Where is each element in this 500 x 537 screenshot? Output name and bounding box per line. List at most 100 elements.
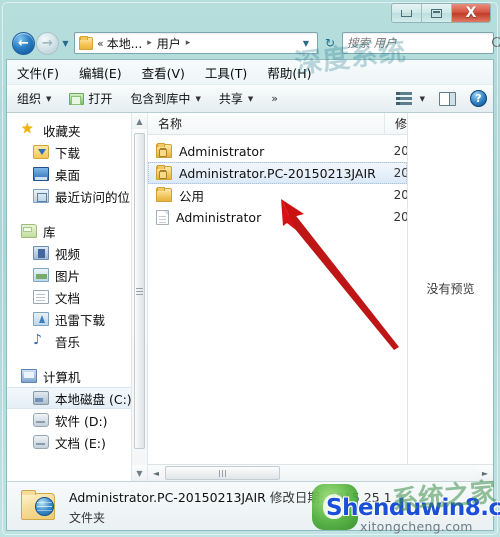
library-icon bbox=[21, 224, 37, 238]
address-bar[interactable]: « 本地... ▸ 用户 ▸ ▼ bbox=[74, 32, 318, 54]
forward-arrow-icon: → bbox=[42, 35, 53, 51]
file-name: Administrator bbox=[176, 209, 262, 225]
harddisk-icon bbox=[33, 391, 49, 405]
back-button[interactable]: ← bbox=[12, 31, 35, 55]
chevron-down-icon: ▼ bbox=[195, 94, 201, 103]
sidebar-item-desktop[interactable]: 桌面 bbox=[7, 163, 147, 185]
forward-button[interactable]: → bbox=[36, 31, 59, 55]
table-row[interactable]: 公用 20 bbox=[148, 184, 407, 206]
minimize-button[interactable] bbox=[392, 4, 422, 22]
open-button[interactable]: 打开 bbox=[69, 90, 112, 107]
tool-bar: 组织 ▼ 打开 包含到库中 ▼ 共享 ▼ » ▼ ? bbox=[7, 85, 493, 113]
sidebar-item-label: 图片 bbox=[55, 268, 81, 284]
file-main: 名称 修 Administrator 20 bbox=[148, 113, 493, 464]
sidebar-group-libraries[interactable]: 库 bbox=[7, 220, 147, 242]
status-modified-label: 修改日期: 2015 bbox=[269, 489, 360, 505]
window-controls: X bbox=[391, 3, 491, 23]
breadcrumb-item-0[interactable]: 本地... bbox=[106, 35, 143, 52]
search-input[interactable] bbox=[347, 36, 492, 50]
sidebar-group-computer[interactable]: 计算机 bbox=[7, 365, 147, 387]
sidebar-item-downloads[interactable]: 下载 bbox=[7, 141, 147, 163]
drive-icon bbox=[33, 413, 49, 427]
refresh-button[interactable]: ↻ bbox=[319, 32, 341, 54]
preview-pane: 没有预览 bbox=[407, 113, 493, 464]
menu-item-help[interactable]: 帮助(H) bbox=[267, 63, 311, 82]
folder-lock-icon bbox=[156, 143, 172, 158]
scroll-left-button[interactable]: ◄ bbox=[148, 465, 164, 481]
search-box[interactable] bbox=[342, 32, 500, 54]
sidebar-item-label: 本地磁盘 (C:) bbox=[55, 391, 132, 407]
toolbar-overflow-button[interactable]: » bbox=[271, 92, 278, 105]
sidebar-item-thunder-download[interactable]: 迅雷下载 bbox=[7, 308, 147, 330]
sidebar-item-label: 桌面 bbox=[55, 167, 81, 183]
computer-icon bbox=[21, 369, 37, 383]
menu-item-view[interactable]: 查看(V) bbox=[142, 63, 185, 82]
grip-icon bbox=[136, 287, 143, 295]
breadcrumb-overflow-icon[interactable]: « bbox=[96, 37, 106, 50]
sidebar-item-drive-d[interactable]: 软件 (D:) bbox=[7, 409, 147, 431]
change-view-icon[interactable] bbox=[395, 92, 412, 105]
status-bar: Administrator.PC-20150213JAIR 修改日期: 2015… bbox=[7, 481, 493, 530]
folder-lock-icon bbox=[156, 165, 172, 180]
scroll-up-button[interactable]: ▲ bbox=[132, 113, 147, 129]
horizontal-scrollbar[interactable]: ◄ ► bbox=[148, 464, 493, 481]
navigation-list: ★ 收藏夹 下载 桌面 最近访问的位 库 视频 图片 文档 迅雷下载 ♪ 音乐 … bbox=[7, 113, 147, 453]
scrollbar-thumb[interactable] bbox=[134, 133, 145, 449]
breadcrumb-item-1[interactable]: 用户 bbox=[156, 35, 182, 52]
sidebar-item-music[interactable]: ♪ 音乐 bbox=[7, 330, 147, 352]
sidebar-item-label: 音乐 bbox=[55, 334, 81, 350]
file-date: 20 bbox=[393, 166, 407, 180]
navigation-pane: ★ 收藏夹 下载 桌面 最近访问的位 库 视频 图片 文档 迅雷下载 ♪ 音乐 … bbox=[7, 113, 148, 481]
table-row[interactable]: Administrator 20 bbox=[148, 206, 407, 228]
scrollbar-thumb[interactable] bbox=[165, 466, 280, 480]
sidebar-item-label: 最近访问的位 bbox=[55, 189, 131, 205]
breadcrumb-separator-icon[interactable]: ▸ bbox=[143, 38, 156, 48]
thunder-download-icon bbox=[33, 312, 49, 326]
sidebar-group-favorites[interactable]: ★ 收藏夹 bbox=[7, 119, 147, 141]
title-bar: X bbox=[0, 0, 500, 26]
column-header-name[interactable]: 名称 bbox=[148, 113, 385, 134]
search-icon[interactable] bbox=[492, 37, 500, 49]
address-dropdown-icon[interactable]: ▼ bbox=[301, 39, 315, 48]
sidebar-item-local-disk-c[interactable]: 本地磁盘 (C:) bbox=[7, 387, 147, 409]
sidebar-item-documents[interactable]: 文档 bbox=[7, 286, 147, 308]
scroll-down-button[interactable]: ▼ bbox=[132, 465, 147, 481]
menu-item-tools[interactable]: 工具(T) bbox=[205, 63, 247, 82]
show-preview-pane-button[interactable] bbox=[439, 91, 456, 106]
close-button[interactable]: X bbox=[452, 4, 490, 22]
history-dropdown-button[interactable]: ▼ bbox=[59, 33, 72, 53]
organize-button[interactable]: 组织 ▼ bbox=[17, 90, 51, 107]
column-header-date[interactable]: 修 bbox=[385, 113, 407, 134]
client-area: 文件(F) 编辑(E) 查看(V) 工具(T) 帮助(H) 组织 ▼ 打开 包含… bbox=[6, 59, 494, 531]
menu-item-edit[interactable]: 编辑(E) bbox=[79, 63, 122, 82]
table-row[interactable]: Administrator.PC-20150213JAIR 20 bbox=[148, 162, 407, 184]
chevron-left-icon: ◄ bbox=[152, 468, 160, 478]
change-view-dropdown-icon[interactable]: ▼ bbox=[420, 95, 425, 103]
sidebar-item-label: 视频 bbox=[55, 246, 81, 262]
share-button[interactable]: 共享 ▼ bbox=[219, 90, 253, 107]
sidebar-item-pictures[interactable]: 图片 bbox=[7, 264, 147, 286]
navigation-scrollbar[interactable]: ▲ ▼ bbox=[131, 113, 147, 481]
sidebar-item-label: 软件 (D:) bbox=[55, 413, 108, 429]
drive-icon bbox=[33, 435, 49, 449]
help-icon[interactable]: ? bbox=[470, 90, 487, 107]
sidebar-item-drive-e[interactable]: 文档 (E:) bbox=[7, 431, 147, 453]
column-header-name-label: 名称 bbox=[158, 117, 183, 131]
table-row[interactable]: Administrator 20 bbox=[148, 140, 407, 162]
scroll-right-button[interactable]: ► bbox=[477, 465, 493, 481]
maximize-button[interactable] bbox=[422, 4, 452, 22]
include-in-library-button[interactable]: 包含到库中 ▼ bbox=[130, 90, 200, 107]
breadcrumb-separator-icon[interactable]: ▸ bbox=[182, 38, 195, 48]
address-row: ← → ▼ « 本地... ▸ 用户 ▸ ▼ ↻ bbox=[6, 28, 500, 58]
close-icon: X bbox=[465, 5, 477, 21]
minimize-icon bbox=[401, 9, 412, 17]
file-date: 20 bbox=[393, 210, 407, 224]
chevron-down-icon: ▼ bbox=[136, 468, 143, 478]
star-icon: ★ bbox=[21, 121, 34, 137]
file-list-column: 名称 修 Administrator 20 bbox=[148, 113, 407, 464]
menu-item-file[interactable]: 文件(F) bbox=[17, 63, 59, 82]
sidebar-item-recent-places[interactable]: 最近访问的位 bbox=[7, 185, 147, 207]
sidebar-item-videos[interactable]: 视频 bbox=[7, 242, 147, 264]
